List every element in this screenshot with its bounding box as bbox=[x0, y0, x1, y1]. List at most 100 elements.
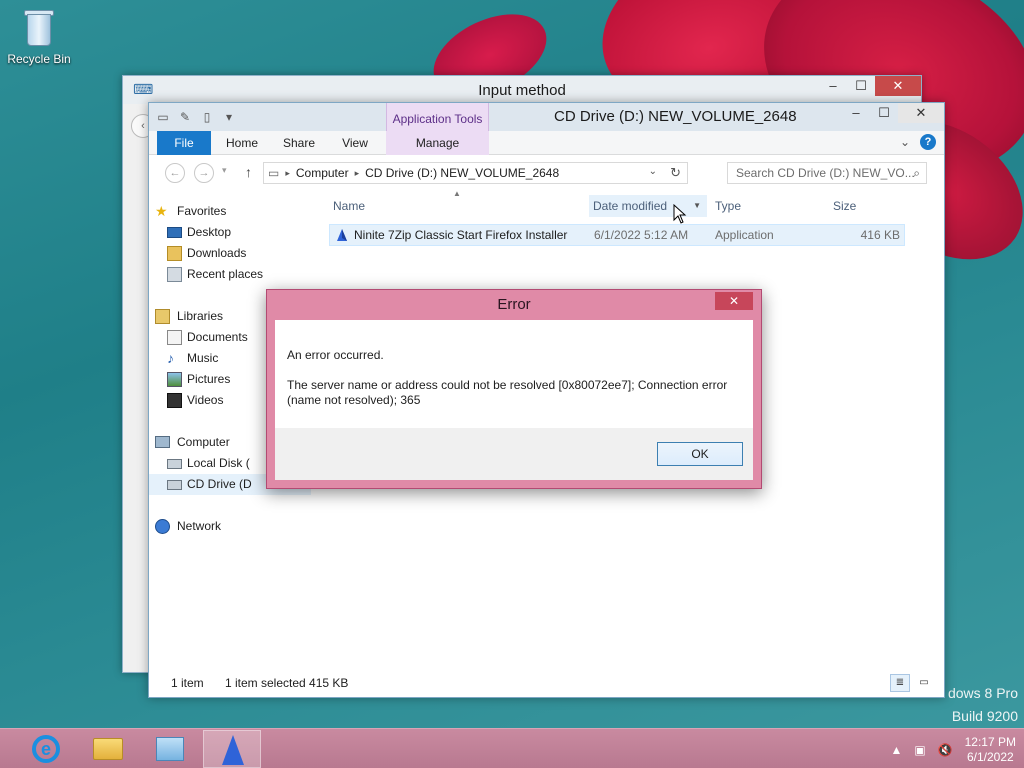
chevron-right-icon[interactable]: ▸ bbox=[355, 168, 360, 179]
minimize-button[interactable]: – bbox=[819, 76, 847, 96]
column-name[interactable]: Name bbox=[329, 195, 587, 217]
windows-build-watermark: Build 9200 bbox=[951, 708, 1018, 724]
dialog-close-button[interactable]: ✕ bbox=[715, 292, 753, 310]
tab-manage[interactable]: Manage bbox=[386, 131, 489, 155]
back-button[interactable]: ← bbox=[165, 163, 185, 183]
cd-drive-icon bbox=[167, 480, 182, 490]
address-row: ← → ▾ ↑ ▭ ▸ Computer ▸ CD Drive (D:) NEW… bbox=[149, 155, 944, 189]
documents-icon bbox=[167, 330, 182, 345]
details-view-icon[interactable]: ≣ bbox=[890, 674, 910, 692]
tab-view[interactable]: View bbox=[333, 131, 377, 155]
dialog-body: An error occurred. The server name or ad… bbox=[275, 320, 753, 480]
ribbon-tabs: File Home Share View Manage ⌄ ? bbox=[149, 131, 944, 155]
clock-time: 12:17 PM bbox=[964, 735, 1016, 749]
file-row[interactable]: Ninite 7Zip Classic Start Firefox Instal… bbox=[329, 224, 905, 246]
taskbar-internet-explorer[interactable]: e bbox=[18, 730, 76, 768]
computer-icon bbox=[155, 436, 170, 448]
address-bar[interactable]: ▭ ▸ Computer ▸ CD Drive (D:) NEW_VOLUME_… bbox=[263, 162, 688, 184]
taskbar: e ▲ ▣ 🔇 12:17 PM 6/1/2022 bbox=[0, 728, 1024, 768]
taskbar-file-explorer[interactable] bbox=[79, 730, 137, 768]
file-type: Application bbox=[715, 228, 774, 242]
network-icon bbox=[155, 519, 170, 534]
close-button[interactable]: ✕ bbox=[875, 76, 921, 96]
explorer-titlebar[interactable]: ▭ ✎ ▯ ▾ Application Tools CD Drive (D:) … bbox=[149, 103, 944, 155]
recent-locations-icon[interactable]: ▾ bbox=[222, 165, 227, 176]
tab-share[interactable]: Share bbox=[275, 131, 323, 155]
libraries-icon bbox=[155, 309, 170, 324]
ninite-icon bbox=[222, 735, 244, 765]
downloads-icon bbox=[167, 246, 182, 261]
refresh-icon[interactable]: ↻ bbox=[670, 165, 681, 181]
error-summary: An error occurred. bbox=[287, 348, 384, 362]
nav-downloads[interactable]: Downloads bbox=[149, 243, 311, 264]
search-placeholder: Search CD Drive (D:) NEW_VO... bbox=[736, 166, 915, 180]
error-dialog[interactable]: Error ✕ An error occurred. The server na… bbox=[266, 289, 762, 489]
show-hidden-icons-icon[interactable]: ▲ bbox=[890, 743, 902, 757]
taskbar-ninite[interactable] bbox=[203, 730, 261, 768]
error-details: The server name or address could not be … bbox=[287, 378, 728, 407]
large-icons-view-icon[interactable]: ▭ bbox=[914, 674, 934, 692]
ok-button[interactable]: OK bbox=[657, 442, 743, 466]
explorer-title: CD Drive (D:) NEW_VOLUME_2648 bbox=[554, 108, 797, 125]
internet-explorer-icon: e bbox=[32, 735, 60, 763]
dialog-title: Error bbox=[497, 296, 531, 313]
nav-desktop[interactable]: Desktop bbox=[149, 222, 311, 243]
item-count: 1 item bbox=[171, 676, 204, 690]
quick-access-toolbar: ▭ ✎ ▯ ▾ bbox=[155, 109, 237, 125]
file-list-header: ▲ Name Date modified ▼ Type Size bbox=[329, 189, 907, 217]
tab-home[interactable]: Home bbox=[219, 131, 265, 155]
drive-icon: ▭ bbox=[268, 166, 280, 180]
hard-drive-icon bbox=[167, 459, 182, 469]
expand-ribbon-icon[interactable]: ⌄ bbox=[900, 135, 910, 149]
help-icon[interactable]: ? bbox=[920, 134, 936, 150]
qat-dropdown-icon[interactable]: ▾ bbox=[221, 109, 237, 125]
input-method-titlebar[interactable]: ⌨ Input method – ☐ ✕ bbox=[123, 76, 921, 104]
recycle-bin-icon bbox=[24, 8, 54, 48]
clock-date: 6/1/2022 bbox=[966, 750, 1014, 764]
search-icon[interactable]: ⌕ bbox=[913, 163, 920, 183]
maximize-button[interactable]: ☐ bbox=[870, 103, 898, 123]
breadcrumb-computer[interactable]: Computer bbox=[296, 166, 349, 180]
column-date-modified[interactable]: Date modified ▼ bbox=[589, 195, 707, 217]
minimize-button[interactable]: – bbox=[842, 103, 870, 123]
column-type[interactable]: Type bbox=[711, 195, 829, 217]
folder-icon bbox=[93, 738, 123, 760]
properties-icon[interactable]: ✎ bbox=[177, 109, 193, 125]
volume-muted-icon[interactable]: 🔇 bbox=[938, 743, 953, 757]
file-name: Ninite 7Zip Classic Start Firefox Instal… bbox=[354, 228, 568, 242]
column-dropdown-icon[interactable]: ▼ bbox=[693, 195, 701, 217]
taskbar-control-panel[interactable] bbox=[141, 730, 199, 768]
file-date: 6/1/2022 5:12 AM bbox=[594, 228, 689, 242]
column-size[interactable]: Size bbox=[829, 195, 907, 217]
recycle-bin-label: Recycle Bin bbox=[7, 52, 71, 66]
ninite-app-icon bbox=[337, 229, 347, 241]
up-arrow-icon[interactable]: ↑ bbox=[245, 164, 252, 180]
dialog-footer: OK bbox=[275, 428, 753, 480]
network-status-icon[interactable]: ▣ bbox=[914, 743, 925, 757]
windows-edition-watermark: dows 8 Pro bbox=[947, 685, 1018, 701]
system-tray: ▲ ▣ 🔇 12:17 PM 6/1/2022 bbox=[890, 735, 1016, 765]
mouse-cursor-icon bbox=[673, 204, 687, 224]
videos-icon bbox=[167, 393, 182, 408]
chevron-right-icon[interactable]: ▸ bbox=[285, 168, 290, 179]
selection-info: 1 item selected 415 KB bbox=[225, 676, 349, 690]
application-tools-label: Application Tools bbox=[392, 112, 483, 126]
recycle-bin-shortcut[interactable]: Recycle Bin bbox=[6, 6, 72, 66]
nav-network[interactable]: Network bbox=[149, 516, 311, 537]
close-button[interactable]: ✕ bbox=[898, 103, 944, 123]
search-input[interactable]: Search CD Drive (D:) NEW_VO... ⌕ bbox=[727, 162, 927, 184]
nav-favorites[interactable]: ★ Favorites bbox=[149, 201, 311, 222]
address-dropdown-icon[interactable]: ⌄ bbox=[649, 166, 657, 177]
control-panel-icon bbox=[156, 737, 184, 761]
nav-recent-places[interactable]: Recent places bbox=[149, 264, 311, 285]
desktop-icon bbox=[167, 227, 182, 238]
forward-button[interactable]: → bbox=[194, 163, 214, 183]
maximize-button[interactable]: ☐ bbox=[847, 76, 875, 96]
clock[interactable]: 12:17 PM 6/1/2022 bbox=[965, 735, 1016, 765]
breadcrumb-cd-drive[interactable]: CD Drive (D:) NEW_VOLUME_2648 bbox=[365, 166, 559, 180]
new-folder-icon[interactable]: ▯ bbox=[199, 109, 215, 125]
drive-icon[interactable]: ▭ bbox=[155, 109, 171, 125]
recent-places-icon bbox=[167, 267, 182, 282]
star-icon: ★ bbox=[155, 203, 168, 219]
tab-file[interactable]: File bbox=[157, 131, 211, 155]
